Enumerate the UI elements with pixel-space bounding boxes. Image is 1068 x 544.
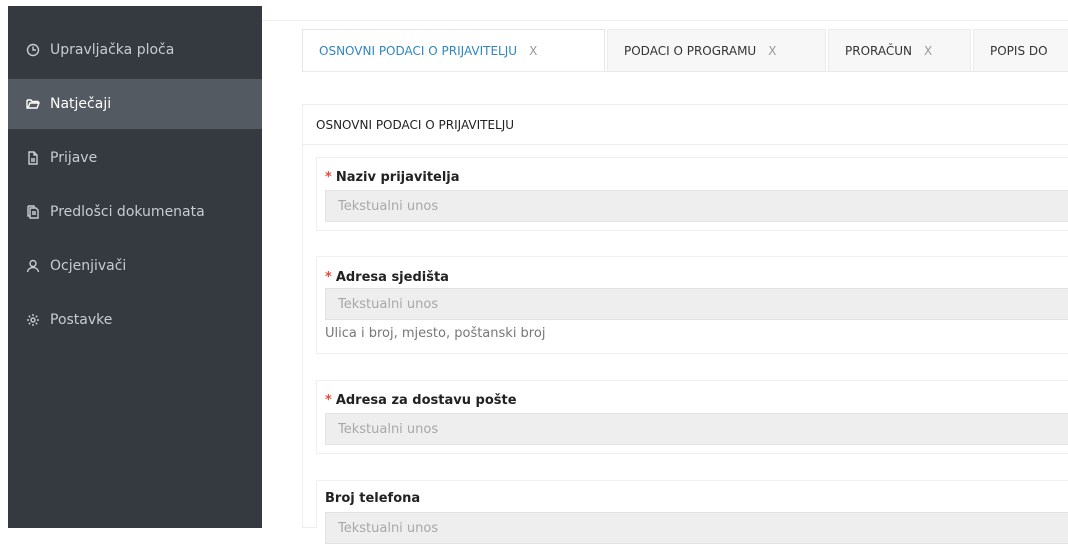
field-label: * Adresa sjedišta [325,270,449,285]
close-icon[interactable]: X [768,44,776,58]
field-adresa-sjedista: *Adresa sjedišta Ulica i broj, mjesto, p… [316,256,1068,354]
tab-label: PRORAČUN [845,43,913,58]
field-adresa-za-dostavu: * Adresa za dostavu pošte [316,380,1068,454]
dashboard-clock-icon [26,43,40,57]
sidebar-item-dashboard[interactable]: Upravljačka ploča [8,25,262,75]
close-icon[interactable]: X [529,44,537,58]
tab-label: PODACI O PROGRAMU [624,43,757,58]
folder-open-icon [26,97,40,111]
field-broj-telefona: Broj telefona [316,480,1068,544]
field-naziv-prijavitelja: * Naziv prijavitelja [316,157,1068,231]
field-label-text: Naziv prijavitelja [335,170,460,185]
sidebar-item-label: Prijave [50,150,98,166]
section-title: OSNOVNI PODACI O PRIJAVITELJU [316,118,515,132]
naziv-prijavitelja-input[interactable] [325,190,1068,222]
sidebar-item-label: Upravljačka ploča [50,42,175,58]
sidebar-item-ocjenjivaci[interactable]: Ocjenjivači [8,241,262,291]
sidebar-item-natjecaji[interactable]: Natječaji [8,79,262,129]
adresa-sjedista-input[interactable] [325,288,1068,320]
adresa-za-dostavu-input[interactable] [325,413,1068,445]
sidebar: Upravljačka ploča Natječaji Prijave Pred… [8,6,262,528]
document-icon [26,151,40,165]
field-label-text: Adresa za dostavu pošte [335,393,517,408]
tab-osnovni-podaci[interactable]: OSNOVNI PODACI O PRIJAVITELJU X [302,29,605,71]
sidebar-item-predlosci[interactable]: Predlošci dokumenata [8,187,262,237]
header-divider [262,20,1068,21]
field-label-text: Broj telefona [325,491,421,506]
sidebar-item-label: Ocjenjivači [50,258,127,274]
tab-podaci-o-programu[interactable]: PODACI O PROGRAMU X [607,29,826,71]
field-label: * Naziv prijavitelja [325,170,460,185]
sidebar-item-label: Predlošci dokumenata [50,204,205,220]
tab-label: OSNOVNI PODACI O PRIJAVITELJU [319,43,518,58]
field-label: Broj telefona [325,491,420,506]
section-divider [302,144,1068,145]
sidebar-item-label: Natječaji [50,96,112,112]
copy-documents-icon [26,205,40,219]
field-label: * Adresa za dostavu pošte [325,393,517,408]
tab-label: POPIS DO [990,43,1048,58]
sidebar-item-postavke[interactable]: Postavke [8,295,262,345]
sidebar-item-label: Postavke [50,312,113,328]
required-marker: * [325,170,332,185]
gear-icon [26,313,40,327]
tab-divider [302,71,1068,72]
broj-telefona-input[interactable] [325,512,1068,544]
tab-bar: OSNOVNI PODACI O PRIJAVITELJU X PODACI O… [302,29,1068,71]
tab-proracun[interactable]: PRORAČUN X [828,29,971,71]
field-label-text: Adresa sjedišta [335,270,449,285]
required-marker: * [325,270,332,285]
user-icon [26,259,40,273]
required-marker: * [325,393,332,408]
tab-popis-dokumenata[interactable]: POPIS DO [973,29,1068,71]
field-help-text: Ulica i broj, mjesto, poštanski broj [325,326,546,341]
sidebar-item-prijave[interactable]: Prijave [8,133,262,183]
close-icon[interactable]: X [924,44,932,58]
